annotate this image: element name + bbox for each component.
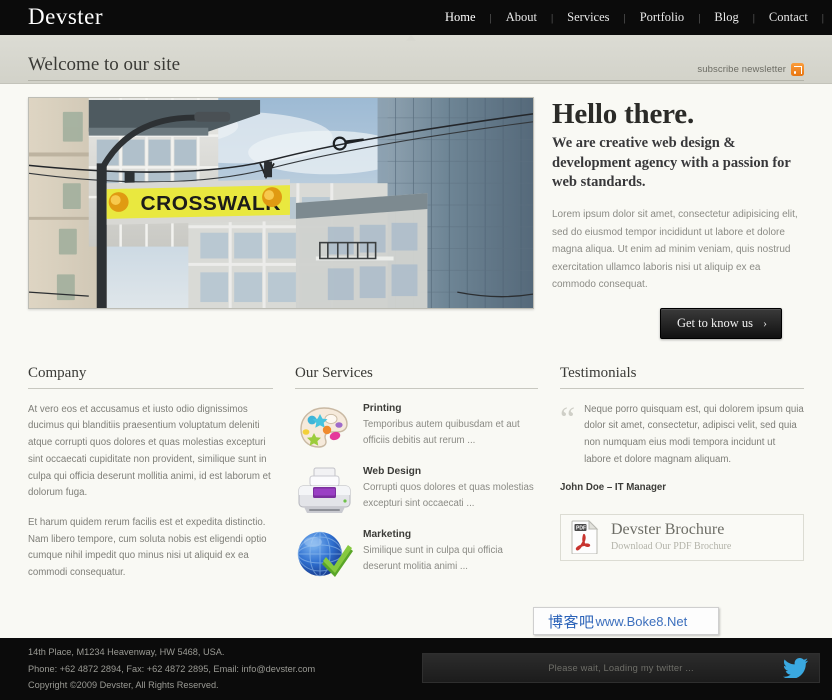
footer-text-block: 14th Place, M1234 Heavenway, HW 5468, US… (28, 644, 422, 694)
company-heading: Company (28, 365, 273, 389)
company-column: Company At vero eos et accusamus et iust… (28, 365, 273, 591)
hero-heading: Hello there. (552, 98, 695, 130)
testimonial-quote-text: Neque porro quisquam est, qui dolorem ip… (584, 403, 804, 465)
hero-photo: CROSSWALK (28, 97, 534, 309)
crosswalk-sign-text: CROSSWALK (141, 192, 281, 215)
testimonials-column: Testimonials “ Neque porro quisquam est,… (560, 365, 804, 591)
hero-button-row: Get to know us › (552, 307, 804, 339)
twitter-feed-bar[interactable]: Please wait, Loading my twitter ... (422, 653, 820, 683)
services-column: Our Services Printing Temporibus autem q (295, 365, 538, 591)
brochure-subtitle: Download Our PDF Brochure (611, 540, 732, 552)
service-item-marketing[interactable]: Marketing Similique sunt in culpa qui of… (295, 528, 538, 580)
page-title: Welcome to our site (28, 54, 698, 81)
service-desc-web-design: Corrupti quos dolores et quas molestias … (363, 481, 534, 509)
testimonial-author: John Doe – IT Manager (560, 481, 667, 493)
crosswalk-street-photo-illustration: CROSSWALK (29, 98, 533, 308)
hero-text-block: Hello there. We are creative web design … (552, 97, 804, 339)
footer-copyright: Copyright ©2009 Devster, All Rights Rese… (28, 680, 219, 691)
watermark-chinese-text: 博客吧 (548, 612, 595, 631)
nav-separator: | (821, 11, 824, 24)
nav-item-home[interactable]: Home (431, 10, 490, 25)
testimonials-heading: Testimonials (560, 365, 804, 389)
footer-address: 14th Place, M1234 Heavenway, HW 5468, US… (28, 646, 225, 657)
company-paragraph-1: At vero eos et accusamus et iusto odio d… (28, 403, 271, 499)
nav-item-blog[interactable]: Blog (700, 10, 752, 25)
service-title-marketing: Marketing (363, 528, 412, 540)
site-logo[interactable]: Devster (28, 5, 103, 30)
twitter-bird-icon[interactable] (783, 658, 809, 678)
nav-item-contact[interactable]: Contact (755, 10, 822, 25)
get-to-know-us-label: Get to know us (676, 315, 753, 330)
subscribe-newsletter-group[interactable]: subscribe newsletter (697, 63, 804, 81)
brochure-download-box[interactable]: PDF Devster Brochure Download Our PDF Br… (560, 513, 804, 561)
hero-section: CROSSWALK Hello there. We are creative w… (0, 84, 832, 339)
quote-mark-icon: “ (560, 400, 576, 438)
top-header-bar: Devster Home | About | Services | Portfo… (0, 0, 832, 41)
globe-check-icon (295, 528, 353, 580)
watermark-url-text: www.Boke8.Net (595, 613, 688, 629)
three-column-section: Company At vero eos et accusamus et iust… (0, 339, 832, 591)
service-item-printing[interactable]: Printing Temporibus autem quibusdam et a… (295, 402, 538, 454)
service-title-printing: Printing (363, 402, 402, 414)
hero-tagline: We are creative web design & development… (552, 135, 791, 190)
rss-icon[interactable] (791, 63, 804, 76)
nav-item-services[interactable]: Services (553, 10, 623, 25)
watermark-overlay: 博客吧 www.Boke8.Net (533, 607, 719, 635)
service-title-web-design: Web Design (363, 465, 422, 477)
testimonial-quote-block: “ Neque porro quisquam est, qui dolorem … (560, 402, 804, 469)
printer-icon (295, 465, 353, 517)
service-desc-marketing: Similique sunt in culpa qui officia dese… (363, 544, 503, 572)
service-item-web-design[interactable]: Web Design Corrupti quos dolores et quas… (295, 465, 538, 517)
service-desc-printing: Temporibus autem quibusdam et aut offici… (363, 418, 520, 446)
company-paragraph-2: Et harum quidem rerum facilis est et exp… (28, 516, 267, 578)
nav-item-portfolio[interactable]: Portfolio (626, 10, 698, 25)
site-footer: 14th Place, M1234 Heavenway, HW 5468, US… (0, 638, 832, 700)
pdf-file-icon: PDF (571, 520, 599, 555)
subscribe-newsletter-label[interactable]: subscribe newsletter (697, 64, 786, 75)
welcome-band: Welcome to our site subscribe newsletter (0, 35, 832, 84)
main-navigation: Home | About | Services | Portfolio | Bl… (431, 10, 824, 25)
footer-contact: Phone: +62 4872 2894, Fax: +62 4872 2895… (28, 663, 316, 674)
twitter-status-text: Please wait, Loading my twitter ... (548, 663, 694, 673)
chevron-right-icon: › (763, 315, 767, 330)
brochure-title: Devster Brochure (611, 521, 725, 539)
svg-text:PDF: PDF (576, 526, 586, 532)
get-to-know-us-button[interactable]: Get to know us › (659, 307, 782, 339)
paint-palette-icon (295, 402, 353, 454)
nav-item-about[interactable]: About (492, 10, 551, 25)
hero-paragraph: Lorem ipsum dolor sit amet, consectetur … (552, 209, 798, 291)
services-heading: Our Services (295, 365, 538, 389)
